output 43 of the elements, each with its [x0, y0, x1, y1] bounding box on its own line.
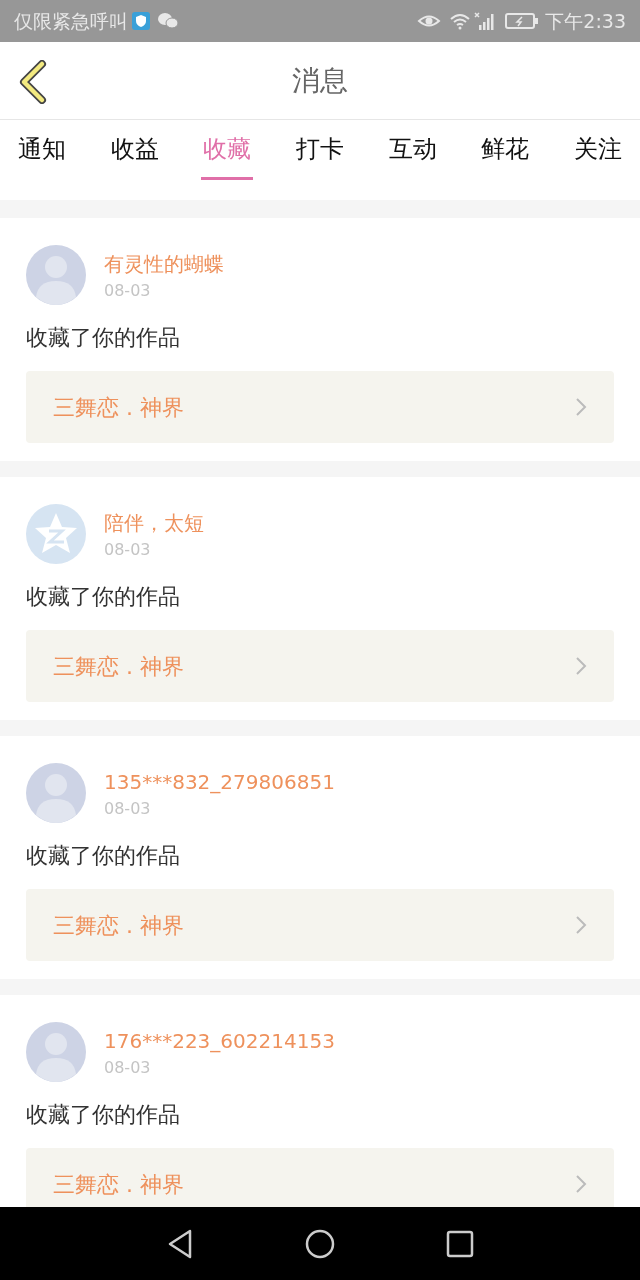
tab[interactable]: 打卡: [293, 120, 346, 180]
work-link[interactable]: 三舞恋 . 神界: [26, 371, 614, 443]
chevron-right-icon: [575, 1174, 587, 1194]
signal-icon: [473, 11, 496, 31]
message-text: 收藏了你的作品: [26, 1101, 181, 1129]
back-icon[interactable]: [166, 1227, 194, 1260]
tab[interactable]: 互动: [386, 120, 439, 180]
message-date: 08-03: [104, 539, 152, 561]
tab[interactable]: 通知: [16, 120, 68, 180]
shield-icon: [131, 11, 151, 31]
tab[interactable]: 鲜花: [479, 120, 532, 180]
chevron-right-icon: [575, 397, 587, 417]
avatar-icon: [26, 763, 86, 823]
user-name[interactable]: 135***832_279806851: [104, 769, 335, 795]
tab[interactable]: 收益: [108, 120, 161, 180]
carrier-text: 仅限紧急呼叫: [14, 8, 128, 34]
user-name[interactable]: 陪伴，太短: [104, 510, 204, 536]
chat-icon: [157, 12, 179, 30]
message-text: 收藏了你的作品: [26, 842, 181, 870]
recents-icon[interactable]: [446, 1229, 474, 1258]
message-date: 08-03: [104, 1057, 152, 1079]
user-name[interactable]: 有灵性的蝴蝶: [104, 251, 224, 277]
chevron-right-icon: [575, 656, 587, 676]
avatar-icon: [26, 245, 86, 305]
home-icon[interactable]: [304, 1227, 336, 1260]
message-text: 收藏了你的作品: [26, 324, 181, 352]
avatar-icon: [26, 1022, 86, 1082]
user-name[interactable]: 176***223_602214153: [104, 1028, 335, 1054]
message-text: 收藏了你的作品: [26, 583, 181, 611]
work-link[interactable]: 三舞恋 . 神界: [26, 630, 614, 702]
wifi-icon: [449, 12, 472, 30]
message-date: 08-03: [104, 798, 152, 820]
avatar-icon: [26, 504, 86, 564]
clock-text: 下午2:33: [545, 8, 626, 34]
battery-icon: [505, 12, 540, 30]
page-title: 消息: [292, 62, 348, 99]
back-icon[interactable]: [18, 60, 48, 104]
tab[interactable]: 关注: [571, 120, 624, 180]
work-link[interactable]: 三舞恋 . 神界: [26, 1148, 614, 1207]
chevron-right-icon: [575, 915, 587, 935]
message-date: 08-03: [104, 280, 152, 302]
work-link[interactable]: 三舞恋 . 神界: [26, 889, 614, 961]
tab[interactable]: 收藏: [201, 120, 254, 180]
